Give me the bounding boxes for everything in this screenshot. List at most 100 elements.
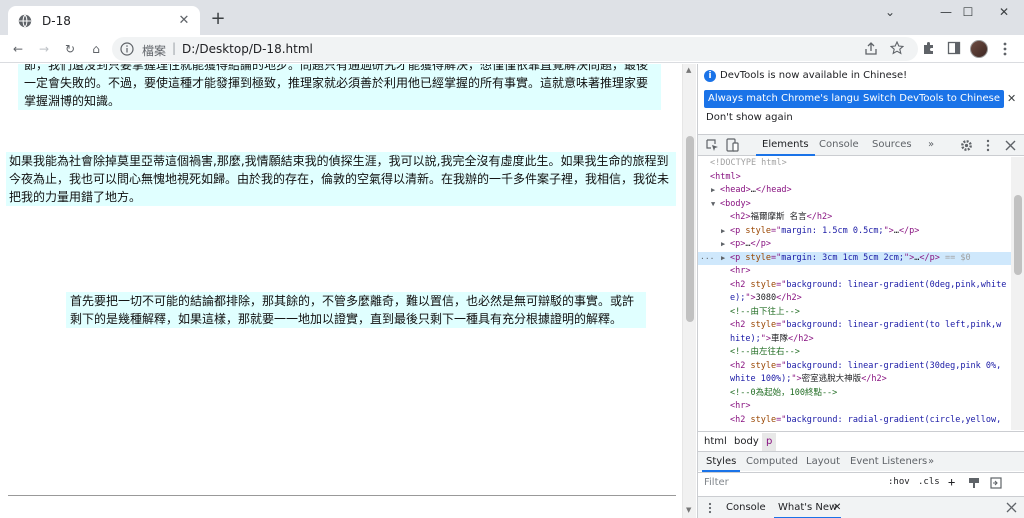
dom-node[interactable]: ▼ <body> [698,198,1011,212]
tab-close-icon[interactable]: ✕ [176,13,192,29]
device-toolbar-icon[interactable] [726,138,739,152]
browser-window: D-18 ✕ + ⌄ — ☐ ✕ ← → ↻ ⌂ 檔案 | D:/Desktop… [0,0,1024,518]
scroll-down-icon[interactable]: ▼ [686,506,691,514]
dom-node[interactable]: ▶ <head>…</head> [698,184,1011,198]
tab-styles[interactable]: Styles [701,456,741,472]
devtools-close-icon[interactable] [1005,140,1016,151]
settings-gear-icon[interactable] [960,139,973,152]
hov-toggle[interactable]: :hov [888,477,910,487]
drawer-menu-icon[interactable] [706,502,714,514]
expand-triangle-icon[interactable]: ▶ [721,238,725,252]
dom-scrollbar[interactable] [1011,157,1024,430]
tab-elements[interactable]: Elements [756,139,815,156]
dom-node[interactable]: <h2>福爾摩斯 名言</h2> [698,211,1011,225]
tab-console[interactable]: Console [819,139,859,150]
scroll-up-icon[interactable]: ▲ [686,66,691,74]
address-bar[interactable]: 檔案 | D:/Desktop/D-18.html [112,37,918,61]
menu-kebab-icon[interactable] [998,41,1012,57]
dom-node[interactable]: <!--由下往上--> [698,306,1011,320]
dom-node[interactable]: white 100%);">密室逃脫大神版</h2> [698,373,1011,387]
drawer-tab-close-icon[interactable]: ✕ [833,502,841,513]
styles-filter-bar: Filter :hov .cls + [698,472,1024,492]
dom-node[interactable]: <h2 style="background: linear-gradient(t… [698,319,1011,333]
devtools-menu-icon[interactable] [984,139,992,152]
dom-node-markup: <hr> [730,266,751,276]
info-icon[interactable] [120,42,134,56]
new-rule-icon[interactable]: + [948,475,955,489]
dom-node-markup: <!DOCTYPE html> [710,158,787,168]
home-button[interactable]: ⌂ [86,39,106,59]
tab-d18[interactable]: D-18 ✕ [8,6,200,35]
drawer-tab-whats-new[interactable]: What's New [773,502,842,518]
filter-input[interactable]: Filter [704,477,729,488]
dom-node[interactable]: <html> [698,171,1011,185]
expand-triangle-icon[interactable]: ▶ [721,225,725,239]
dom-node[interactable]: ▶ <p style="margin: 1.5cm 0.5cm;">…</p> [698,225,1011,239]
tab-sources[interactable]: Sources [872,139,912,150]
page-scrollbar[interactable]: ▲ ▼ [682,64,696,518]
dom-node[interactable]: <h2 style="background: linear-gradient(3… [698,360,1011,374]
drawer-tab-console[interactable]: Console [726,502,766,513]
switch-devtools-button[interactable]: Switch DevTools to Chinese [859,90,1004,108]
globe-icon [18,14,32,27]
tab-event-listeners[interactable]: Event Listeners [850,456,927,467]
node-actions-icon[interactable]: ··· [700,252,714,266]
dom-node-markup: <!--0為起始，100終點--> [730,387,838,398]
dom-node-markup: <html> [710,171,741,182]
crumb-body[interactable]: body [734,436,759,447]
dom-node-selected[interactable]: ▶ ··· <p style="margin: 3cm 1cm 5cm 2cm;">… [698,251,1011,266]
url-text[interactable]: D:/Desktop/D-18.html [182,42,313,56]
paragraph-3: 首先要把一切不可能的結論都排除，那其餘的，不管多麼離奇，難以置信，也必然是無可辯… [66,292,646,328]
dom-node-markup: <hr> [730,401,751,411]
page-scrollbar-thumb[interactable] [686,136,694,322]
dom-tree[interactable]: <!DOCTYPE html> <html> ▶ <head>…</head> ▼ <bo… [698,157,1011,430]
collapse-triangle-icon[interactable]: ▼ [711,198,715,212]
back-button[interactable]: ← [8,39,28,59]
expand-triangle-icon[interactable]: ▶ [721,252,725,266]
file-label: 檔案 [142,44,167,58]
banner-message: DevTools is now available in Chinese! [720,70,908,81]
dom-node[interactable]: <hr> [698,265,1011,279]
bookmark-star-icon[interactable] [890,41,904,55]
dom-node[interactable]: <!DOCTYPE html> [698,157,1011,171]
more-tabs-icon[interactable]: » [928,139,934,150]
dom-node[interactable]: ▶ <p>…</p> [698,238,1011,252]
dom-node[interactable]: <h2 style="background: linear-gradient(0… [698,279,1011,293]
always-match-button[interactable]: Always match Chrome's language [704,90,882,108]
dom-node-markup: <h2 style="background: linear-gradient(3… [730,360,1002,371]
crumb-p[interactable]: p [762,433,777,451]
paint-icon[interactable] [968,477,980,489]
tab-computed[interactable]: Computed [746,456,798,467]
share-icon[interactable] [864,42,878,56]
crumb-html[interactable]: html [704,436,727,447]
tab-layout[interactable]: Layout [806,456,840,467]
dom-scrollbar-thumb[interactable] [1014,195,1022,275]
dom-node[interactable]: <h2 style="background: radial-gradient(c… [698,414,1011,428]
maximize-button[interactable]: ☐ [948,0,988,24]
tab-search-icon[interactable]: ⌄ [870,0,910,24]
paragraph-2: 如果我能為社會除掉莫里亞蒂這個禍害,那麼,我情願結束我的偵探生涯，我可以說,我完… [6,152,676,206]
computed-sidebar-icon[interactable] [990,477,1002,489]
dom-node[interactable]: <!--由左往右--> [698,346,1011,360]
page-content: 節，我們還沒到只要掌握理性就能獲得結論的地步。問題只有通過研究才能獲得解決，想僅… [0,64,682,518]
dom-node-markup: <body> [720,198,751,209]
extensions-icon[interactable] [922,41,936,55]
more-style-tabs-icon[interactable]: » [928,456,934,467]
dom-node[interactable]: <!--0為起始，100終點--> [698,387,1011,401]
dom-node[interactable]: <hr> [698,400,1011,414]
drawer-close-icon[interactable] [1006,502,1017,513]
new-tab-button[interactable]: + [208,8,228,29]
expand-triangle-icon[interactable]: ▶ [711,184,715,198]
profile-avatar[interactable] [970,40,988,58]
dom-node[interactable]: e);">3080</h2> [698,292,1011,306]
dont-show-again-button[interactable]: Don't show again [706,112,793,123]
forward-button[interactable]: → [34,39,54,59]
cls-toggle[interactable]: .cls [918,477,940,487]
inspect-element-icon[interactable] [706,139,719,152]
banner-close-icon[interactable]: ✕ [1007,92,1016,105]
dom-node[interactable]: hite);">車隊</h2> [698,333,1011,347]
close-window-button[interactable]: ✕ [984,0,1024,24]
dom-node-markup: <!--由左往右--> [730,347,800,357]
reload-button[interactable]: ↻ [60,39,80,59]
side-panel-icon[interactable] [947,41,961,55]
